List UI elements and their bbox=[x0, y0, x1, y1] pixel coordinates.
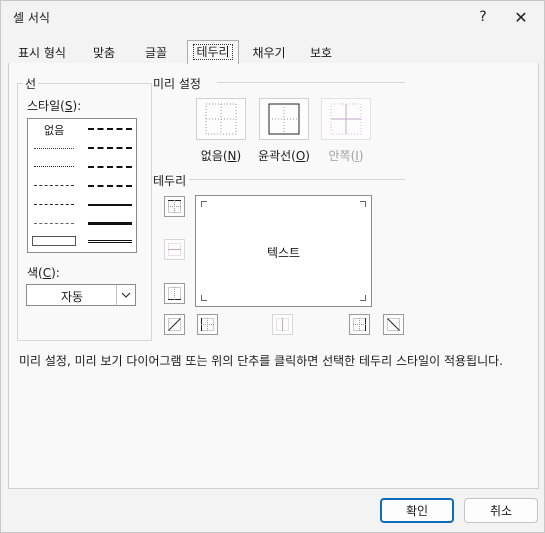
line-style-medium-dash-dot-dot[interactable] bbox=[88, 128, 132, 130]
border-diagonal-down-button[interactable] bbox=[383, 314, 404, 335]
border-left-icon bbox=[201, 318, 214, 331]
border-top-icon bbox=[168, 200, 181, 213]
tab-fill[interactable]: 채우기 bbox=[245, 43, 293, 63]
preset-inside-icon bbox=[330, 103, 362, 135]
tab-border-label: 테두리 bbox=[193, 44, 233, 60]
line-style-slant-dash-dot[interactable] bbox=[88, 147, 132, 149]
preview-sample-text: 텍스트 bbox=[266, 246, 301, 260]
line-color-select[interactable]: 자동 bbox=[26, 284, 136, 306]
tab-font[interactable]: 글꼴 bbox=[135, 43, 177, 63]
line-style-thick[interactable] bbox=[88, 222, 132, 225]
preview-corner-top-right bbox=[360, 201, 366, 207]
tab-number-format[interactable]: 표시 형식 bbox=[11, 43, 73, 63]
format-cells-dialog: 셀 서식 ? ✕ 표시 형식 맞춤 글꼴 테두리 채우기 보호 선 스타일(S)… bbox=[0, 0, 545, 533]
border-inside-vertical-icon bbox=[276, 318, 289, 331]
preset-outline-icon bbox=[268, 103, 300, 135]
description-text: 미리 설정, 미리 보기 다이어그램 또는 위의 단추를 클릭하면 선택한 테두… bbox=[19, 354, 503, 368]
line-style-medium-dash-dot[interactable] bbox=[88, 166, 132, 168]
close-icon: ✕ bbox=[514, 7, 528, 27]
line-style-dashed[interactable] bbox=[34, 223, 74, 224]
border-separator bbox=[189, 179, 405, 180]
line-style-double[interactable] bbox=[88, 240, 132, 244]
tab-alignment[interactable]: 맞춤 bbox=[83, 43, 125, 63]
border-inside-horizontal-icon bbox=[168, 243, 181, 256]
border-right-button[interactable] bbox=[349, 314, 370, 335]
line-style-none[interactable]: 없음 bbox=[44, 122, 64, 138]
line-style-medium-dashed[interactable] bbox=[88, 185, 132, 187]
border-title: 테두리 bbox=[153, 174, 187, 188]
preview-corner-bottom-left bbox=[201, 295, 207, 301]
close-button[interactable]: ✕ bbox=[501, 5, 541, 29]
preview-corner-top-left bbox=[201, 201, 207, 207]
dialog-title: 셀 서식 bbox=[13, 11, 50, 25]
presets-separator bbox=[217, 82, 405, 83]
help-button[interactable]: ? bbox=[463, 5, 503, 29]
preset-none-button[interactable] bbox=[196, 98, 246, 140]
border-inside-vertical-button[interactable] bbox=[272, 314, 293, 335]
style-label: 스타일(S): bbox=[27, 99, 82, 113]
preview-corner-bottom-right bbox=[360, 295, 366, 301]
border-left-button[interactable] bbox=[197, 314, 218, 335]
border-diagonal-up-button[interactable] bbox=[164, 314, 185, 335]
tab-border[interactable]: 테두리 bbox=[187, 40, 239, 64]
line-group-title: 선 bbox=[23, 75, 39, 92]
line-style-dash-dot[interactable] bbox=[34, 204, 74, 205]
border-right-icon bbox=[353, 318, 366, 331]
ok-button[interactable]: 확인 bbox=[380, 498, 454, 523]
line-style-dash-dot-dot[interactable] bbox=[34, 185, 74, 186]
diagonal-up-icon bbox=[168, 318, 181, 331]
line-style-dotted[interactable] bbox=[34, 166, 74, 167]
line-style-hair[interactable] bbox=[34, 148, 74, 149]
border-tab-panel: 선 스타일(S): 없음 색(C): 자동 미리 설정 없음(N) 윤곽선(O)… bbox=[8, 63, 539, 489]
cancel-button[interactable]: 취소 bbox=[464, 498, 538, 523]
border-preview[interactable]: 텍스트 bbox=[195, 195, 372, 307]
tab-protection[interactable]: 보호 bbox=[301, 43, 341, 63]
chevron-down-icon[interactable] bbox=[116, 285, 135, 305]
border-bottom-button[interactable] bbox=[164, 283, 185, 304]
color-label: 색(C): bbox=[27, 266, 60, 280]
border-bottom-icon bbox=[168, 287, 181, 300]
preset-inside-label: 안쪽(I) bbox=[328, 149, 364, 163]
line-color-value: 자동 bbox=[60, 290, 84, 304]
preset-none-icon bbox=[205, 103, 237, 135]
border-inside-horizontal-button[interactable] bbox=[164, 239, 185, 260]
line-style-thin-selected[interactable] bbox=[32, 236, 76, 246]
presets-title: 미리 설정 bbox=[153, 77, 201, 91]
preset-inside-button[interactable] bbox=[321, 98, 371, 140]
title-bar: 셀 서식 ? ✕ bbox=[1, 1, 544, 33]
line-style-list[interactable]: 없음 bbox=[27, 118, 137, 253]
border-top-button[interactable] bbox=[164, 196, 185, 217]
line-style-medium[interactable] bbox=[88, 204, 132, 206]
preset-outline-button[interactable] bbox=[259, 98, 309, 140]
diagonal-down-icon bbox=[387, 318, 400, 331]
